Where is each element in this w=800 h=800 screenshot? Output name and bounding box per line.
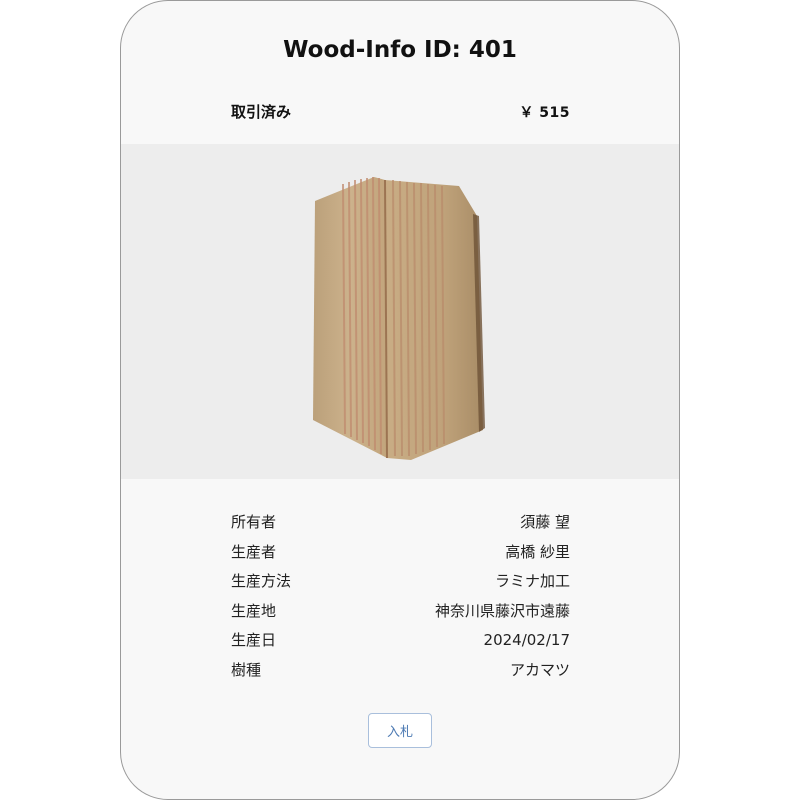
detail-value: ラミナ加工 xyxy=(494,572,570,591)
transaction-status: 取引済み xyxy=(231,103,292,121)
detail-value: 須藤 望 xyxy=(520,513,570,532)
card-title: Wood-Info ID: 401 xyxy=(283,37,517,63)
detail-value: 高橋 紗里 xyxy=(505,542,570,561)
detail-row-method: 生産方法 ラミナ加工 xyxy=(231,566,570,596)
detail-list: 所有者 須藤 望 生産者 高橋 紗里 生産方法 ラミナ加工 生産地 神奈川県藤沢… xyxy=(231,507,570,684)
product-image xyxy=(121,144,679,479)
detail-label: 生産者 xyxy=(231,542,277,561)
detail-row-date: 生産日 2024/02/17 xyxy=(231,625,570,655)
bid-button[interactable]: 入札 xyxy=(368,713,432,748)
detail-label: 生産日 xyxy=(231,631,277,650)
wood-block-image xyxy=(313,176,485,460)
detail-label: 生産方法 xyxy=(231,572,292,591)
detail-label: 生産地 xyxy=(231,601,277,620)
detail-label: 樹種 xyxy=(231,660,262,679)
detail-value: 神奈川県藤沢市遠藤 xyxy=(434,601,570,620)
wood-info-card: Wood-Info ID: 401 取引済み ￥ 515 所有者 須藤 望 生産… xyxy=(120,0,680,800)
price: ￥ 515 xyxy=(519,104,570,121)
detail-row-location: 生産地 神奈川県藤沢市遠藤 xyxy=(231,596,570,626)
detail-value: アカマツ xyxy=(509,660,570,679)
detail-row-producer: 生産者 高橋 紗里 xyxy=(231,537,570,567)
status-row: 取引済み ￥ 515 xyxy=(231,101,570,122)
detail-label: 所有者 xyxy=(231,513,277,532)
detail-value: 2024/02/17 xyxy=(483,630,570,649)
detail-row-species: 樹種 アカマツ xyxy=(231,655,570,685)
detail-row-owner: 所有者 須藤 望 xyxy=(231,507,570,537)
